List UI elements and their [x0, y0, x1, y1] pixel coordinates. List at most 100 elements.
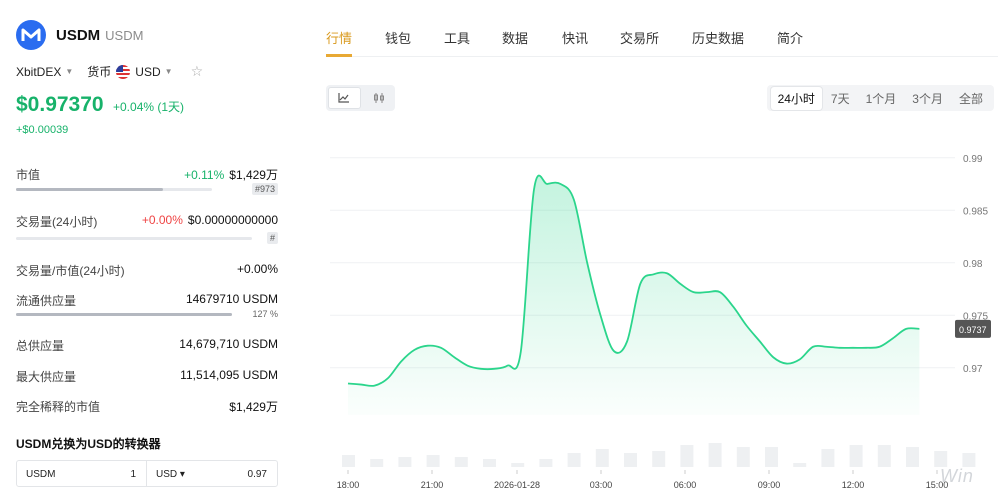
- range-7d[interactable]: 7天: [824, 87, 857, 110]
- range-3m[interactable]: 3个月: [905, 87, 950, 110]
- tab-data[interactable]: 数据: [502, 28, 528, 47]
- stat-label: 总供应量: [16, 339, 65, 353]
- candlestick-icon[interactable]: [363, 85, 395, 111]
- active-tab-indicator: [326, 54, 352, 57]
- tab-market[interactable]: 行情: [326, 28, 352, 47]
- volume-bar: [708, 443, 722, 467]
- stat-fdv: 完全稀释的市值 $1,429万: [16, 398, 278, 414]
- stat-value: 11,514,095 USDM: [180, 368, 278, 382]
- volume-bar: [736, 447, 750, 467]
- volume-bar: [906, 447, 919, 467]
- range-all[interactable]: 全部: [952, 87, 990, 110]
- to-currency-select[interactable]: USD ▾: [156, 469, 185, 480]
- volume-bar: [370, 459, 384, 467]
- from-symbol: USDM: [26, 469, 56, 480]
- range-1m[interactable]: 1个月: [859, 87, 904, 110]
- converter-from[interactable]: USDM 1: [17, 461, 147, 486]
- x-tick-label: 06:00: [674, 480, 697, 490]
- tab-about[interactable]: 简介: [777, 28, 803, 47]
- stat-total-supply: 总供应量 14,679,710 USDM: [16, 337, 278, 353]
- converter-to[interactable]: USD ▾ 0.97: [147, 461, 277, 486]
- us-flag-icon: [116, 64, 131, 79]
- volume-bar: [539, 459, 553, 467]
- volume-bar: [483, 459, 496, 467]
- chevron-down-icon: ▼: [164, 67, 173, 76]
- line-chart-icon[interactable]: [328, 87, 361, 109]
- to-amount: 0.97: [247, 469, 267, 480]
- tab-wallet[interactable]: 钱包: [385, 28, 411, 47]
- volume-bar: [624, 453, 637, 467]
- x-tick-label: 03:00: [590, 480, 613, 490]
- volume-bar: [652, 451, 666, 467]
- stat-change: +0.00%: [141, 213, 183, 227]
- tab-tools[interactable]: 工具: [444, 28, 470, 47]
- volume-bar: [16, 237, 252, 240]
- stat-volume: 交易量(24小时) +0.00% $0.00000000000 #: [16, 213, 278, 244]
- stat-vol-mcap: 交易量/市值(24小时) +0.00%: [16, 262, 278, 278]
- stat-label: 流通供应量: [16, 294, 77, 308]
- chart-type-toggle: [326, 85, 395, 111]
- coin-info-panel: USDM USDM XbitDEX ▼ 货币 USD ▼ ☆ $0.97370 …: [0, 0, 300, 490]
- circulating-pct: 127 %: [252, 309, 278, 319]
- from-amount-input[interactable]: 1: [130, 469, 136, 480]
- volume-bar: [342, 455, 355, 467]
- stat-value: 14679710 USDM: [185, 292, 278, 306]
- x-tick-label: 2026-01-28: [494, 480, 540, 490]
- stat-label: 市值: [16, 168, 41, 182]
- y-tick-label: 0.99: [963, 154, 983, 165]
- volume-bar: [398, 457, 412, 467]
- price-change-pct: +0.04% (1天): [113, 100, 185, 114]
- market-cap-bar-fill: [16, 188, 163, 191]
- time-range-selector: 24小时 7天 1个月 3个月 全部: [766, 85, 994, 111]
- coin-name: USDM: [56, 26, 101, 44]
- exchange-select[interactable]: XbitDEX: [16, 65, 61, 79]
- currency-select[interactable]: USD: [135, 65, 160, 79]
- volume-bar: [595, 449, 609, 467]
- volume-bar: [821, 449, 835, 467]
- x-tick-label: 18:00: [337, 480, 360, 490]
- coin-header: USDM USDM: [16, 20, 143, 50]
- volume-bar: [680, 445, 694, 467]
- stat-circulating: 流通供应量 14679710 USDM 127 %: [16, 292, 278, 322]
- stat-value: $1,429万: [229, 400, 278, 414]
- range-24h[interactable]: 24小时: [770, 86, 822, 110]
- volume-bar: [567, 453, 581, 467]
- tab-exchanges[interactable]: 交易所: [620, 28, 659, 47]
- stat-label: 交易量(24小时): [16, 215, 98, 229]
- rank-badge: #: [266, 232, 278, 244]
- volume-bar: [962, 453, 976, 467]
- volume-bar: [454, 457, 468, 467]
- rank-badge: #973: [251, 183, 278, 195]
- volume-bar: [934, 451, 948, 467]
- current-price-label: 0.9737: [959, 325, 987, 335]
- price-chart[interactable]: 0.990.9850.980.9750.970.973718:00 21:00 20…: [310, 130, 1000, 490]
- star-icon[interactable]: ☆: [191, 63, 204, 80]
- x-tick-label: 09:00: [758, 480, 781, 490]
- tab-news[interactable]: 快讯: [562, 28, 588, 47]
- stat-value: +0.00%: [236, 262, 278, 276]
- stat-value: $1,429万: [229, 168, 278, 182]
- volume-bar: [877, 445, 891, 467]
- circulating-bar-fill: [16, 313, 232, 316]
- volume-bar: [511, 463, 525, 467]
- tab-bar: 行情 钱包 工具 数据 快讯 交易所 历史数据 简介: [326, 0, 998, 57]
- stat-market-cap: 市值 +0.11% $1,429万 #973: [16, 166, 278, 196]
- market-cap-bar: [16, 188, 212, 191]
- price-change-abs: +$0.00039: [16, 124, 69, 136]
- tab-history[interactable]: 历史数据: [692, 28, 744, 47]
- market-panel: 行情 钱包 工具 数据 快讯 交易所 历史数据 简介 24小时 7天 1个月 3…: [310, 0, 1000, 490]
- volume-bar: [426, 455, 440, 467]
- exchange-currency-row: XbitDEX ▼ 货币 USD ▼ ☆: [16, 63, 203, 80]
- stat-value: $0.00000000000: [187, 213, 278, 227]
- coin-symbol: USDM: [105, 27, 144, 43]
- stat-label: 交易量/市值(24小时): [16, 264, 125, 278]
- x-tick-label: 21:00: [421, 480, 444, 490]
- circulating-bar: [16, 313, 232, 316]
- y-tick-label: 0.97: [963, 364, 983, 375]
- watermark-text: Win: [940, 466, 974, 486]
- usdm-logo-icon: [16, 20, 46, 50]
- stat-value: 14,679,710 USDM: [179, 337, 278, 351]
- volume-bar: [765, 447, 778, 467]
- price-area: [348, 175, 920, 415]
- stat-change: +0.11%: [184, 168, 225, 182]
